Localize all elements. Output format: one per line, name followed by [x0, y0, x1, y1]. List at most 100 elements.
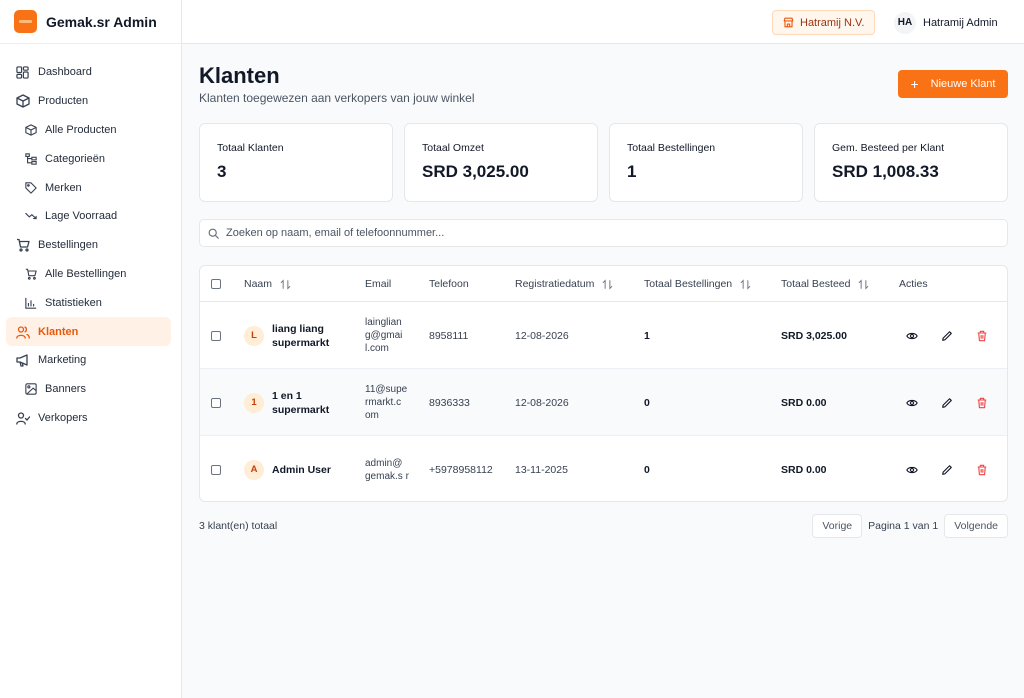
edit-icon[interactable]: [941, 464, 953, 476]
header-total-spent[interactable]: Totaal Besteed: [781, 266, 869, 302]
header-label: Naam: [244, 278, 273, 290]
sidebar-item-producten[interactable]: Producten: [6, 87, 171, 116]
stat-card-avg-spent: Gem. Besteed per Klant SRD 1,008.33: [814, 123, 1008, 202]
date-cell: 13-11-2025: [515, 463, 568, 476]
sidebar-item-bestellingen[interactable]: Bestellingen: [6, 231, 171, 260]
stat-value: 1: [627, 162, 637, 181]
store-icon: [783, 17, 794, 28]
sidebar-item-marketing[interactable]: Marketing: [6, 346, 171, 375]
row-checkbox[interactable]: [211, 464, 221, 475]
view-cell: [906, 369, 918, 436]
sort-icon: [858, 278, 869, 290]
trending-down-icon: [25, 210, 37, 222]
sidebar-item-label: Dashboard: [38, 66, 92, 79]
row-checkbox[interactable]: [211, 397, 221, 408]
header-phone: Telefoon: [429, 266, 469, 302]
customer-avatar: 1: [244, 392, 264, 413]
sidebar-item-klanten[interactable]: Klanten: [6, 317, 171, 346]
search-input[interactable]: [226, 227, 986, 239]
date-cell: 12-08-2026: [515, 396, 569, 409]
edit-cell: [941, 436, 953, 501]
table-header: Naam Email Telefoon Registratiedatum Tot…: [200, 266, 1007, 302]
row-checkbox[interactable]: [211, 330, 221, 341]
user-check-icon: [15, 410, 30, 425]
stat-card-total-orders: Totaal Bestellingen 1: [609, 123, 803, 202]
sidebar-item-alle-bestellingen[interactable]: Alle Bestellingen: [6, 260, 171, 289]
topbar: Hatramij N.V. HA Hatramij Admin: [182, 0, 1024, 44]
stat-label: Totaal Omzet: [422, 142, 484, 154]
customer-email: admin@ gemak.s r: [365, 457, 409, 482]
trash-icon[interactable]: [976, 397, 988, 409]
sidebar-item-alle-producten[interactable]: Alle Producten: [6, 116, 171, 145]
sidebar-item-label: Alle Bestellingen: [45, 267, 127, 280]
customer-name: 1 en 1 supermarkt: [272, 389, 330, 416]
customers-table: Naam Email Telefoon Registratiedatum Tot…: [199, 265, 1008, 502]
sort-icon: [602, 278, 613, 290]
sidebar-item-label: Lage Voorraad: [45, 210, 118, 223]
header-label: Acties: [899, 278, 928, 290]
customer-email: 11@supe rmarkt.c om: [365, 384, 408, 421]
row-select-cell: [211, 369, 221, 436]
sidebar-item-label: Verkopers: [38, 411, 88, 424]
header-label: Registratiedatum: [515, 278, 595, 290]
sidebar-item-label: Bestellingen: [38, 239, 98, 252]
trash-icon[interactable]: [976, 330, 988, 342]
delete-cell: [976, 369, 988, 436]
sidebar-item-label: Producten: [38, 95, 89, 108]
trash-icon[interactable]: [976, 464, 988, 476]
table-row: A Admin User admin@ gemak.s r +597895811…: [200, 436, 1007, 501]
store-selector[interactable]: Hatramij N.V.: [772, 10, 876, 35]
sidebar-item-label: Klanten: [38, 325, 79, 338]
brand-title: Gemak.sr Admin: [46, 13, 157, 30]
header-label: Email: [365, 278, 392, 290]
customer-name: liang liang supermarkt: [272, 322, 330, 349]
header-actions: Acties: [899, 266, 928, 302]
sidebar-item-label: Statistieken: [45, 296, 102, 309]
package-icon: [15, 94, 30, 109]
header-label: Totaal Bestellingen: [644, 278, 733, 290]
stat-card-total-customers: Totaal Klanten 3: [199, 123, 393, 202]
sidebar-item-label: Alle Producten: [45, 123, 117, 136]
header-total-orders[interactable]: Totaal Bestellingen: [644, 266, 751, 302]
cart-icon: [25, 268, 37, 280]
view-icon[interactable]: [906, 330, 918, 342]
sidebar-item-label: Categorieën: [45, 152, 105, 165]
prev-page-button[interactable]: Vorige: [812, 514, 863, 538]
view-icon[interactable]: [906, 464, 918, 476]
phone-cell: 8958111: [429, 329, 469, 342]
users-icon: [15, 324, 30, 339]
sort-icon: [740, 278, 751, 290]
cart-icon: [15, 238, 30, 253]
orders-cell: 0: [644, 396, 650, 409]
view-cell: [906, 302, 918, 369]
name-cell: 1 1 en 1 supermarkt: [244, 369, 342, 436]
bar-chart-icon: [25, 297, 37, 309]
stats-row: Totaal Klanten 3 Totaal Omzet SRD 3,025.…: [199, 123, 1008, 202]
sidebar-item-statistieken[interactable]: Statistieken: [6, 288, 171, 317]
email-cell: admin@ gemak.s r: [365, 436, 409, 501]
user-menu[interactable]: HA Hatramij Admin: [894, 10, 998, 35]
sidebar-item-banners[interactable]: Banners: [6, 375, 171, 404]
header-name[interactable]: Naam: [244, 266, 291, 302]
next-page-button[interactable]: Volgende: [944, 514, 1008, 538]
phone-cell: +5978958112: [429, 463, 493, 476]
select-all-checkbox[interactable]: [211, 279, 221, 289]
name-cell: L liang liang supermarkt: [244, 302, 342, 369]
stat-value: SRD 1,008.33: [832, 162, 939, 181]
edit-icon[interactable]: [941, 397, 953, 409]
new-customer-button[interactable]: + Nieuwe Klant: [898, 70, 1008, 98]
sidebar: Gemak.sr Admin Dashboard Producten Alle …: [0, 0, 182, 698]
sidebar-item-label: Marketing: [38, 354, 87, 367]
sort-icon: [280, 278, 291, 290]
edit-icon[interactable]: [941, 330, 953, 342]
view-icon[interactable]: [906, 397, 918, 409]
header-registration-date[interactable]: Registratiedatum: [515, 266, 613, 302]
sidebar-item-verkopers[interactable]: Verkopers: [6, 404, 171, 433]
orders-cell: 0: [644, 463, 650, 476]
delete-cell: [976, 302, 988, 369]
sidebar-item-lage-voorraad[interactable]: Lage Voorraad: [6, 202, 171, 231]
sidebar-item-categorieen[interactable]: Categorieën: [6, 144, 171, 173]
sidebar-item-dashboard[interactable]: Dashboard: [6, 58, 171, 87]
sidebar-item-label: Merken: [45, 181, 82, 194]
sidebar-item-merken[interactable]: Merken: [6, 173, 171, 202]
